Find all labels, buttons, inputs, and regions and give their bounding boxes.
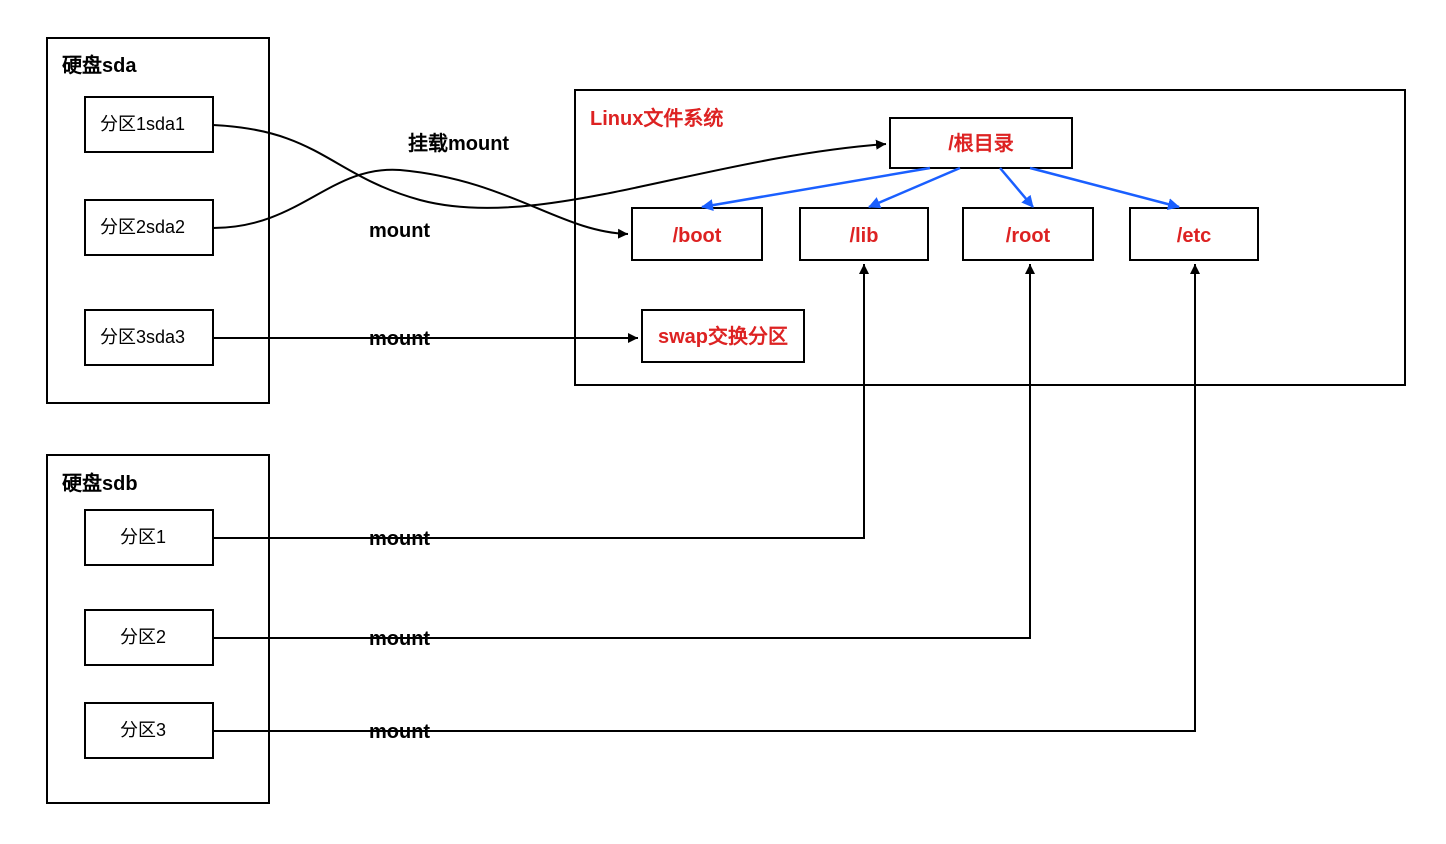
disk-sdb-title: 硬盘sdb [62, 471, 138, 495]
mount-sdb3-label: mount [369, 721, 430, 743]
mount-sdb2-label: mount [369, 628, 430, 650]
mount-sda3-label: mount [369, 328, 430, 350]
root-dir-label: /根目录 [948, 131, 1014, 155]
partition-sda1-label: 分区1sda1 [100, 114, 185, 134]
filesystem-group: Linux文件系统 /根目录 /boot /lib /root /etc swa… [575, 90, 1405, 385]
disk-sda-group: 硬盘sda 分区1sda1 分区2sda2 分区3sda3 [47, 38, 269, 403]
partition-sdb3-label: 分区3 [120, 720, 166, 740]
partition-sdb1-label: 分区1 [120, 527, 166, 547]
partition-sdb2-label: 分区2 [120, 627, 166, 647]
disk-sda-title: 硬盘sda [62, 53, 137, 77]
filesystem-title: Linux文件系统 [590, 106, 723, 130]
dir-root-label: /root [1006, 225, 1051, 247]
mount-sda2-label: mount [369, 220, 430, 242]
swap-label: swap交换分区 [658, 324, 788, 348]
dir-etc-label: /etc [1177, 225, 1211, 247]
partition-sda3-label: 分区3sda3 [100, 327, 185, 347]
mount-sdb1-label: mount [369, 528, 430, 550]
dir-lib-label: /lib [850, 225, 879, 247]
diagram-canvas: 硬盘sda 分区1sda1 分区2sda2 分区3sda3 硬盘sdb 分区1 … [0, 0, 1446, 844]
partition-sda2-label: 分区2sda2 [100, 217, 185, 237]
disk-sdb-group: 硬盘sdb 分区1 分区2 分区3 [47, 455, 269, 803]
mount-sda1-label: 挂载mount [408, 131, 509, 155]
dir-boot-label: /boot [673, 225, 722, 247]
